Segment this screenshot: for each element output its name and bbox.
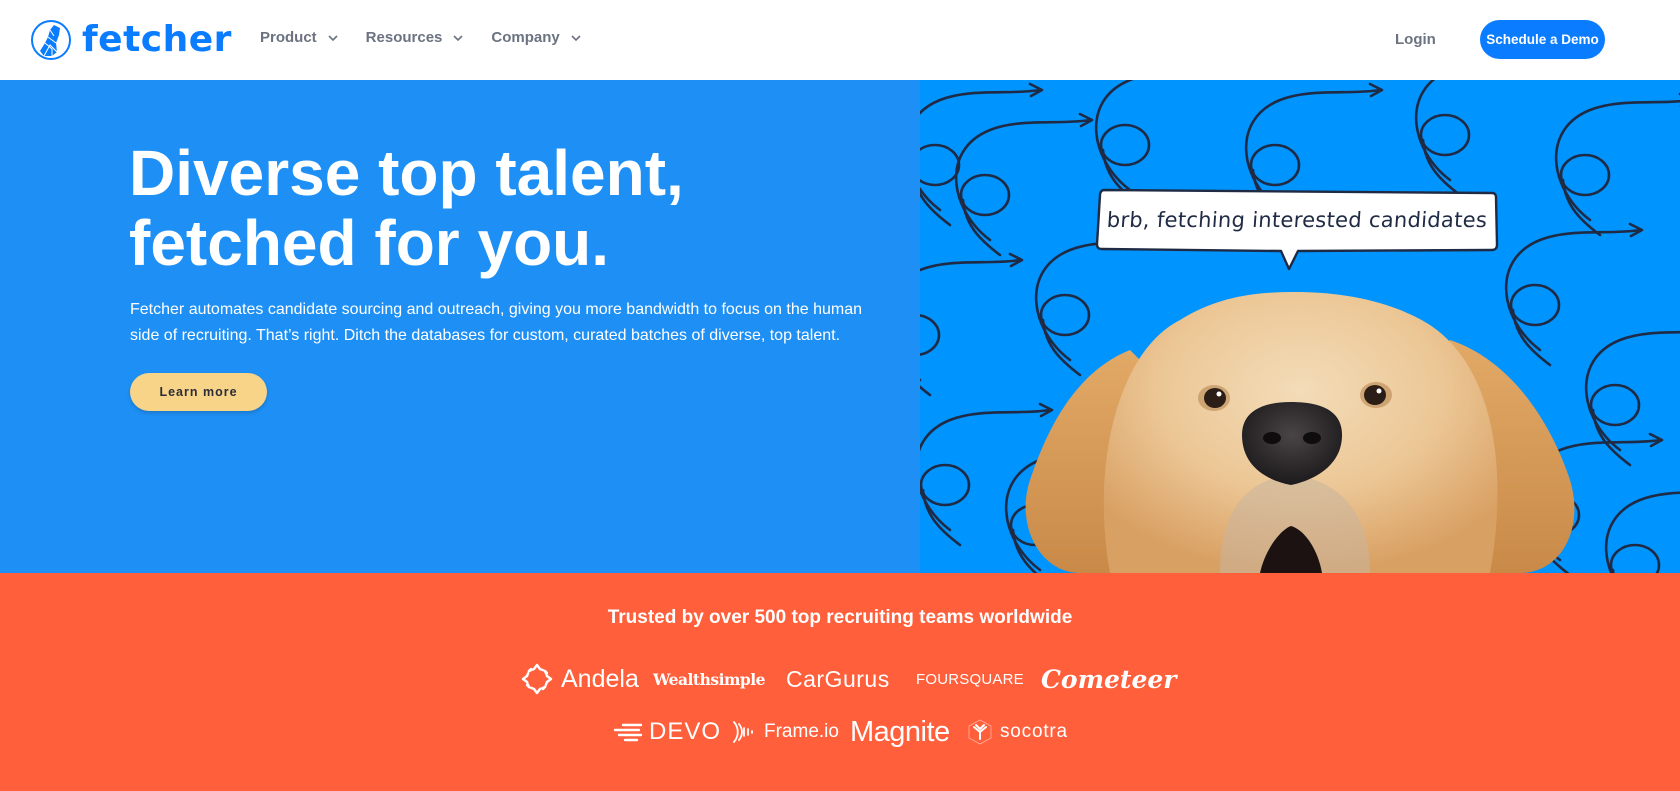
chevron-down-icon — [453, 34, 463, 41]
trusted-by-section: Trusted by over 500 top recruiting teams… — [0, 573, 1680, 791]
chevron-down-icon — [571, 34, 581, 41]
nav-resources[interactable]: Resources — [366, 29, 466, 46]
customer-logos-row-2: DEVO Frame.io Magnite socotra — [613, 716, 1068, 748]
devo-logo: DEVO — [613, 718, 732, 746]
hero-description: Fetcher automates candidate sourcing and… — [130, 301, 863, 344]
cometeer-logo: Cometeer — [1041, 664, 1177, 694]
nav-resources-label: Resources — [365, 29, 443, 46]
nav-company-label: Company — [491, 29, 560, 46]
speech-bubble: brb, fetching interested candidates — [1095, 187, 1499, 271]
schedule-demo-button[interactable]: Schedule a Demo — [1480, 20, 1605, 59]
hero-title-line2: fetched for you. — [129, 207, 610, 279]
socotra-logo: socotra — [968, 719, 1068, 745]
devo-logo-text: DEVO — [649, 718, 722, 745]
trusted-title: Trusted by over 500 top recruiting teams… — [607, 607, 1073, 628]
hero-title-line1: Diverse top talent, — [129, 137, 684, 209]
fetcher-logo[interactable]: fetcher — [30, 18, 232, 62]
socotra-hex-icon — [968, 719, 992, 745]
site-header: fetcher Product Resources Company Login … — [0, 0, 1680, 80]
learn-more-button[interactable]: Learn more — [130, 373, 267, 411]
socotra-logo-text: socotra — [1000, 721, 1068, 742]
golden-retriever-image — [1025, 292, 1575, 573]
hero-image: brb, fetching interested candidates — [920, 80, 1680, 573]
frameio-logo-text: Frame.io — [764, 721, 839, 742]
fetcher-dog-logo-icon — [31, 20, 71, 60]
frameio-logo: Frame.io — [732, 720, 850, 744]
hero-content: Diverse top talent, fetched for you. Fet… — [0, 80, 920, 573]
hero-title: Diverse top talent, fetched for you. — [129, 138, 849, 278]
speech-bubble-text: brb, fetching interested candidates — [1105, 208, 1489, 232]
main-nav: Product Resources Company — [260, 29, 609, 46]
wealthsimple-logo: Wealthsimple — [653, 669, 765, 689]
foursquare-logo: FOURSQUARE — [916, 670, 1024, 688]
andela-logo: Andela — [521, 663, 641, 695]
cargurus-logo: CarGurus — [786, 665, 890, 692]
magnite-logo: Magnite — [850, 715, 950, 748]
hero-section: Diverse top talent, fetched for you. Fet… — [0, 80, 1680, 573]
devo-speed-lines-icon — [613, 723, 643, 742]
andela-logo-text: Andela — [561, 664, 639, 693]
frameio-waves-icon — [733, 721, 753, 743]
customer-logos-row-1: Andela Wealthsimple CarGurus FOURSQUARE … — [521, 663, 1177, 695]
nav-company[interactable]: Company — [491, 29, 582, 46]
login-link[interactable]: Login — [1395, 31, 1436, 48]
andela-star-icon — [521, 663, 553, 695]
nav-product-label: Product — [260, 29, 317, 46]
chevron-down-icon — [328, 34, 338, 41]
brand-name: fetcher — [82, 19, 232, 60]
nav-product[interactable]: Product — [260, 29, 340, 46]
